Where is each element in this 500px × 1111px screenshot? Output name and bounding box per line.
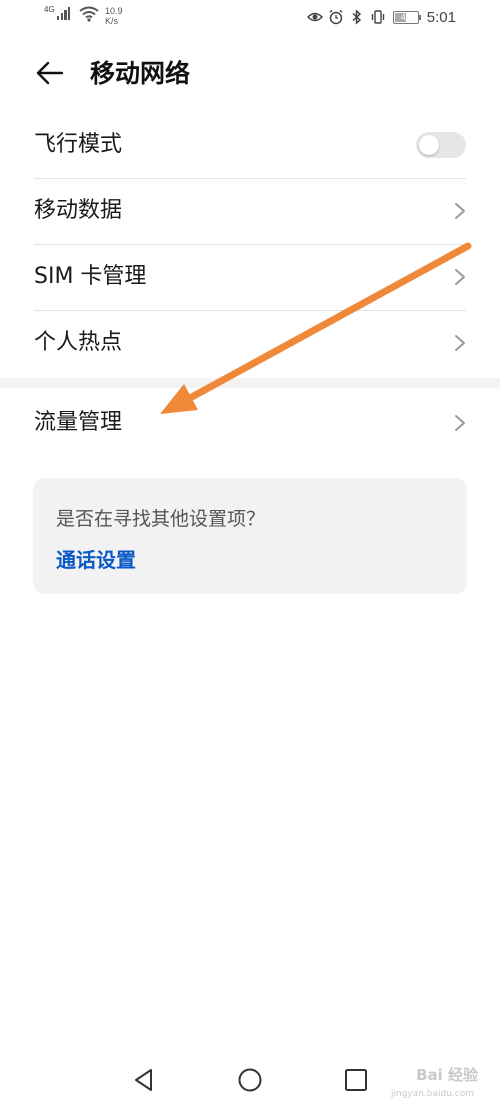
system-nav-bar: Bai 经验 jingyan.baidu.com <box>0 1050 500 1111</box>
eye-icon <box>306 12 323 22</box>
setting-personal-hotspot[interactable]: 个人热点 <box>0 310 500 376</box>
app-header: 移动网络 <box>0 46 500 102</box>
page-title: 移动网络 <box>90 59 191 88</box>
settings-group-network: 飞行模式 移动数据 SIM 卡管理 个人热点 <box>0 112 500 376</box>
clock: 5:01 <box>426 8 456 26</box>
speed-unit: K/s <box>105 16 119 26</box>
setting-sim-management[interactable]: SIM 卡管理 <box>0 244 500 310</box>
setting-label: 个人热点 <box>34 330 123 355</box>
status-bar: 4G 10.9 K/s 49 5:01 <box>0 0 500 36</box>
section-separator <box>0 378 500 388</box>
setting-airplane-mode[interactable]: 飞行模式 <box>0 112 500 178</box>
call-settings-link[interactable]: 通话设置 <box>56 544 136 573</box>
back-button[interactable] <box>28 56 68 92</box>
baidu-watermark: Bai 经验 jingyan.baidu.com <box>372 1059 492 1105</box>
back-triangle-icon[interactable] <box>126 1062 162 1098</box>
setting-label: 移动数据 <box>34 198 123 223</box>
vibrate-icon <box>371 10 384 24</box>
chevron-right-icon <box>455 415 465 431</box>
airplane-mode-toggle[interactable] <box>416 132 466 158</box>
watermark-sub: jingyan.baidu.com <box>390 1089 474 1099</box>
wifi-icon <box>79 6 99 22</box>
setting-data-usage[interactable]: 流量管理 <box>0 390 500 456</box>
home-circle-icon[interactable] <box>232 1062 268 1098</box>
chevron-right-icon <box>455 269 465 285</box>
speed-value: 10.9 <box>105 6 123 16</box>
toggle-knob <box>419 135 439 155</box>
chevron-right-icon <box>455 335 465 351</box>
setting-mobile-data[interactable]: 移动数据 <box>0 178 500 244</box>
bluetooth-icon <box>352 9 361 25</box>
network-type: 4G <box>44 5 55 14</box>
battery-icon: 49 <box>392 10 421 24</box>
setting-label: 流量管理 <box>34 410 123 435</box>
status-bar-right: 49 5:01 <box>306 8 456 26</box>
network-speed: 10.9 K/s <box>105 6 123 26</box>
setting-label: SIM 卡管理 <box>34 264 147 289</box>
chevron-right-icon <box>455 203 465 219</box>
recents-square-icon[interactable] <box>338 1062 374 1098</box>
battery-level: 49 <box>400 11 411 22</box>
suggestion-question: 是否在寻找其他设置项？ <box>56 508 266 530</box>
suggestion-card: 是否在寻找其他设置项？ 通话设置 <box>33 478 467 594</box>
watermark-text: Bai 经验 <box>416 1066 478 1084</box>
arrow-left-icon <box>36 61 64 85</box>
status-bar-left: 4G 10.9 K/s <box>44 6 123 30</box>
setting-label: 飞行模式 <box>34 132 123 157</box>
signal-icon <box>57 6 73 20</box>
settings-group-data: 流量管理 <box>0 390 500 456</box>
alarm-icon <box>329 9 343 25</box>
